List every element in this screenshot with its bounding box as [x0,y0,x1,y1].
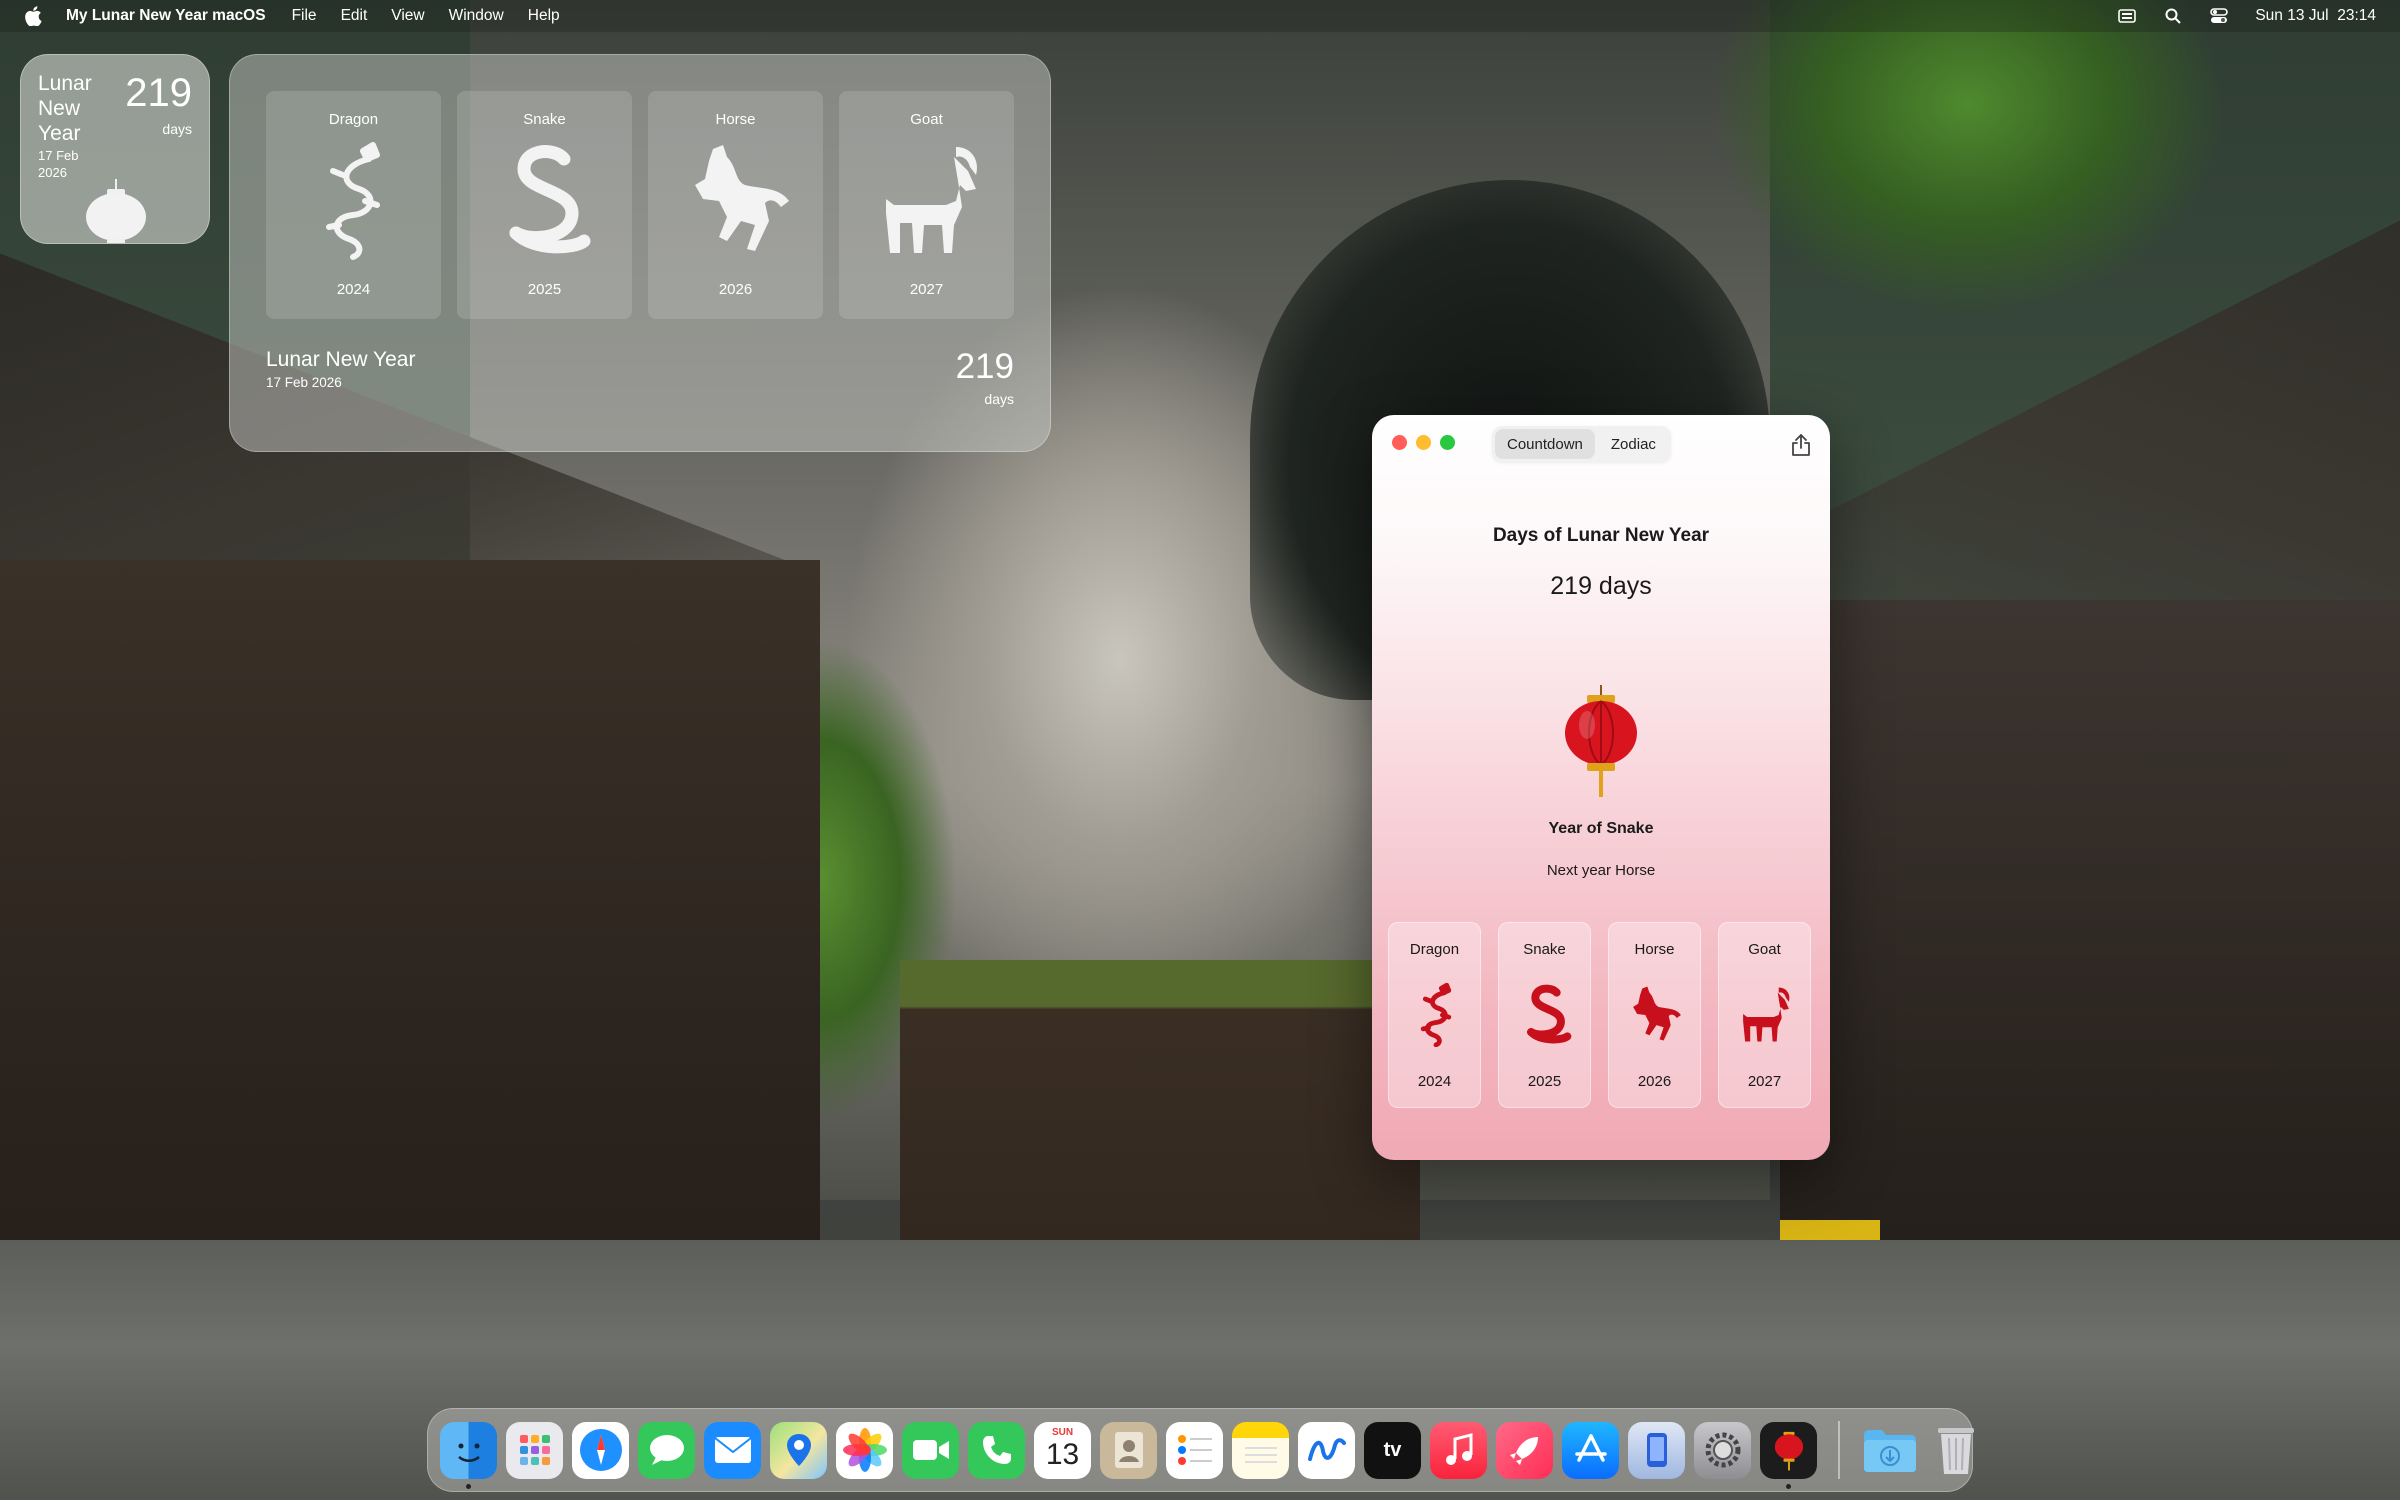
dock-separator [1838,1421,1840,1479]
countdown-heading: Days of Lunar New Year [1492,525,1710,546]
facetime-icon[interactable] [902,1421,959,1479]
card-name: Snake [1523,941,1566,958]
dragon-icon [1408,982,1464,1048]
lantern-icon [83,179,149,243]
small-countdown-widget[interactable]: Lunar New Year 17 Feb 2026 219 days [20,54,210,244]
photos-icon[interactable] [836,1421,893,1479]
widget-day-count: 219 [955,347,1014,386]
zodiac-card-goat[interactable]: Goat 2027 [1718,922,1811,1108]
trash-icon[interactable] [1927,1422,1984,1479]
apple-menu-icon[interactable] [24,6,44,26]
calendar-day: 13 [1045,1437,1080,1471]
downloads-folder-icon[interactable] [1861,1422,1918,1479]
dock: SUN 13 tv [427,1408,1974,1492]
close-window-button[interactable] [1392,435,1407,450]
system-settings-icon[interactable] [1694,1421,1751,1479]
tab-zodiac[interactable]: Zodiac [1599,429,1668,459]
widget-day-unit: days [162,121,192,137]
zodiac-card-dragon[interactable]: Dragon 2024 [1388,922,1481,1108]
card-name: Goat [1748,941,1781,958]
view-switcher: Countdown Zodiac [1492,426,1671,462]
current-zodiac-year: Year of Snake [1548,820,1654,837]
card-year: 2027 [1747,1073,1782,1090]
contacts-icon[interactable] [1100,1421,1157,1479]
menu-file[interactable]: File [292,7,317,25]
widget-card-dragon: Dragon 2024 [266,91,441,319]
next-zodiac-year: Next year Horse [1546,862,1656,879]
tab-countdown[interactable]: Countdown [1495,429,1595,459]
menu-view[interactable]: View [391,7,424,25]
card-year: 2026 [1637,1073,1672,1090]
menu-bar: My Lunar New Year macOS File Edit View W… [0,0,2400,32]
reminders-icon[interactable] [1166,1421,1223,1479]
control-center-icon[interactable] [2209,6,2229,26]
widget-title: Lunar New Year [38,72,92,145]
countdown-days: 219 days [1550,572,1652,600]
card-name: Dragon [328,111,379,128]
mail-icon[interactable] [704,1421,761,1479]
window-controls [1392,435,1455,450]
appletv-icon[interactable]: tv [1364,1421,1421,1479]
rocket-icon[interactable] [1496,1421,1553,1479]
keyboard-input-icon[interactable] [2117,6,2137,26]
phone-icon[interactable] [968,1421,1025,1479]
widget-day-count: 219 [125,71,192,115]
horse-icon [685,141,789,261]
horse-icon [1628,983,1684,1047]
snake-icon [494,141,594,261]
menu-bar-clock[interactable]: Sun 13 Jul 23:14 [2255,7,2376,25]
lunar-new-year-window: Countdown Zodiac Days of Lunar New Year … [1372,415,1830,1160]
menu-edit[interactable]: Edit [341,7,368,25]
search-icon[interactable] [2163,6,2183,26]
zodiac-card-horse[interactable]: Horse 2026 [1608,922,1701,1108]
notes-icon[interactable] [1232,1421,1289,1479]
messages-icon[interactable] [638,1421,695,1479]
minimize-window-button[interactable] [1416,435,1431,450]
app-name-menu[interactable]: My Lunar New Year macOS [66,7,266,25]
card-year: 2026 [718,281,753,298]
large-zodiac-widget[interactable]: Dragon 2024 Snake 2025 Horse 2026 Goat 2… [229,54,1051,452]
card-name: Goat [910,111,943,128]
widget-card-goat: Goat 2027 [839,91,1014,319]
card-year: 2025 [1527,1073,1562,1090]
widget-card-horse: Horse 2026 [648,91,823,319]
finder-icon[interactable] [440,1421,497,1489]
share-icon[interactable] [1790,433,1812,457]
maps-icon[interactable] [770,1421,827,1479]
widget-card-snake: Snake 2025 [457,91,632,319]
card-year: 2024 [1417,1073,1452,1090]
appstore-icon[interactable] [1562,1421,1619,1479]
music-icon[interactable] [1430,1421,1487,1479]
zodiac-card-snake[interactable]: Snake 2025 [1498,922,1591,1108]
launchpad-icon[interactable] [506,1421,563,1479]
card-name: Snake [523,111,566,128]
appletv-label: tv [1383,1438,1402,1461]
card-year: 2025 [527,281,562,298]
card-name: Horse [715,111,756,128]
freeform-icon[interactable] [1298,1421,1355,1479]
goat-icon [1738,983,1794,1047]
card-name: Horse [1634,941,1675,958]
widget-zodiac-cards: Dragon 2024 Snake 2025 Horse 2026 Goat 2… [266,91,1014,319]
widget-date: 17 Feb 2026 [266,375,342,390]
card-year: 2027 [909,281,944,298]
iphone-mirroring-icon[interactable] [1628,1421,1685,1479]
card-year: 2024 [336,281,371,298]
zoom-window-button[interactable] [1440,435,1455,450]
dragon-icon [303,141,403,261]
card-name: Dragon [1409,941,1460,958]
menu-help[interactable]: Help [528,7,560,25]
zodiac-cards: Dragon 2024 Snake 2025 Horse 2026 Goat 2… [1388,922,1811,1108]
safari-icon[interactable] [572,1421,629,1479]
calendar-weekday: SUN [1051,1426,1074,1438]
widget-day-unit: days [984,391,1014,407]
menu-window[interactable]: Window [449,7,504,25]
widget-date: 17 Feb 2026 [38,148,79,180]
goat-icon [876,141,978,261]
red-lantern-icon [1561,685,1641,797]
widget-title: Lunar New Year [266,348,416,371]
snake-icon [1518,983,1574,1047]
calendar-icon[interactable]: SUN 13 [1034,1421,1091,1479]
lunar-new-year-app-icon[interactable] [1760,1421,1817,1489]
